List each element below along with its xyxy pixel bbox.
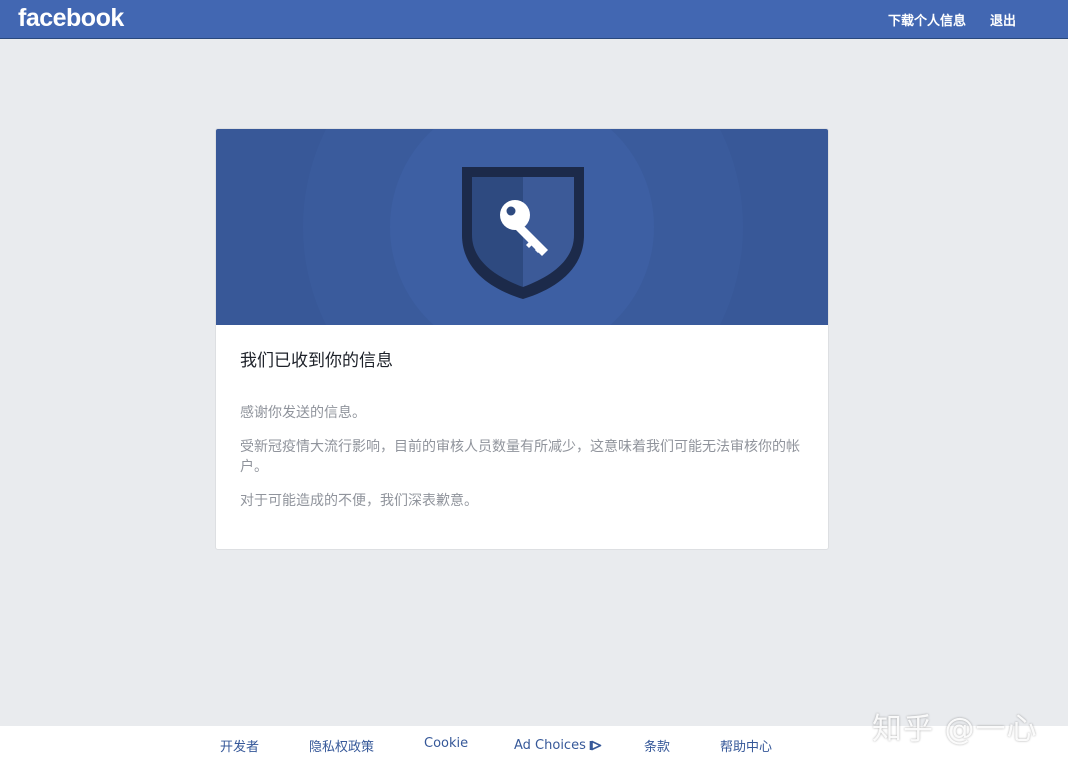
card-title: 我们已收到你的信息 bbox=[240, 351, 393, 371]
shield-key-icon bbox=[462, 167, 584, 299]
facebook-logo[interactable]: facebook bbox=[18, 3, 124, 33]
zhihu-watermark: 知乎 @一心 bbox=[872, 712, 1038, 747]
footer-link-privacy[interactable]: 隐私权政策 bbox=[309, 736, 424, 755]
footer-link-help-center[interactable]: 帮助中心 bbox=[720, 736, 772, 755]
card-paragraph-thanks: 感谢你发送的信息。 bbox=[240, 405, 366, 421]
footer-link-cookie[interactable]: Cookie bbox=[424, 736, 514, 755]
card-hero-banner bbox=[216, 129, 828, 325]
footer-links: 开发者 隐私权政策 Cookie Ad Choices 条款 帮助中心 bbox=[220, 736, 772, 755]
footer-link-ad-choices[interactable]: Ad Choices bbox=[514, 736, 644, 755]
download-info-link[interactable]: 下载个人信息 bbox=[888, 10, 966, 29]
footer-link-terms[interactable]: 条款 bbox=[644, 736, 720, 755]
top-bar: facebook 下载个人信息 退出 bbox=[0, 0, 1068, 39]
ad-choices-icon bbox=[589, 740, 602, 751]
card-paragraph-covid-notice: 受新冠疫情大流行影响，目前的审核人员数量有所减少，这意味着我们可能无法审核你的帐… bbox=[240, 439, 800, 475]
top-nav: 下载个人信息 退出 bbox=[888, 0, 1016, 39]
ad-choices-label: Ad Choices bbox=[514, 738, 586, 753]
confirmation-card: 我们已收到你的信息 感谢你发送的信息。 受新冠疫情大流行影响，目前的审核人员数量… bbox=[215, 128, 829, 550]
footer-link-developers[interactable]: 开发者 bbox=[220, 736, 309, 755]
logout-link[interactable]: 退出 bbox=[990, 10, 1016, 29]
card-paragraph-apology: 对于可能造成的不便，我们深表歉意。 bbox=[240, 493, 478, 509]
card-content: 我们已收到你的信息 感谢你发送的信息。 受新冠疫情大流行影响，目前的审核人员数量… bbox=[216, 325, 828, 511]
